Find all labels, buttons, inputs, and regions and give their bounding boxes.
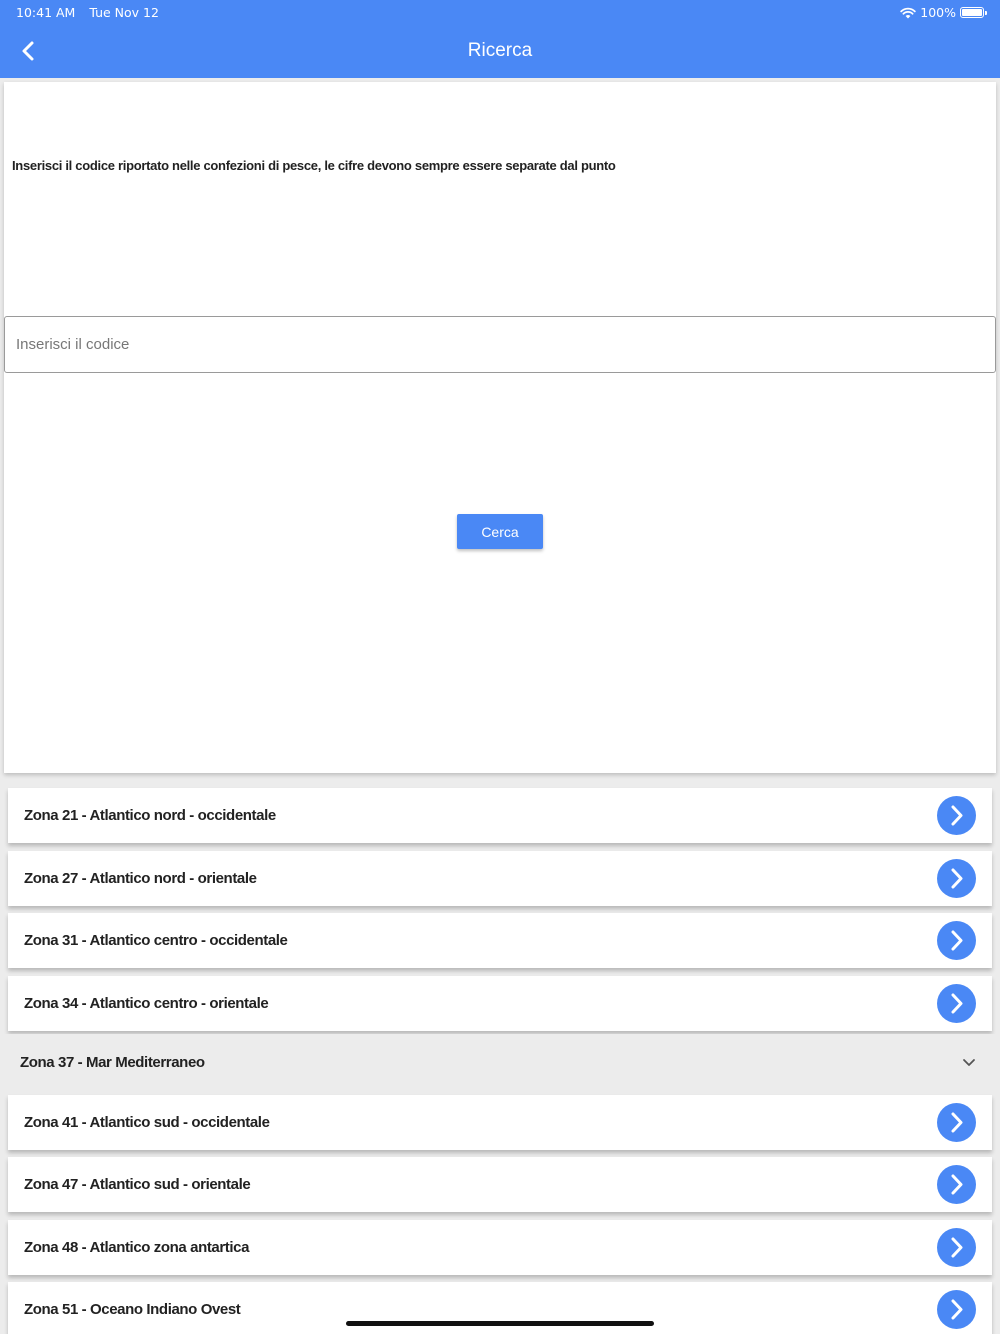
chevron-right-circle-icon <box>951 930 963 951</box>
zone-open-button[interactable] <box>937 984 976 1023</box>
zone-item-34[interactable]: Zona 34 - Atlantico centro - orientale <box>8 976 992 1031</box>
zone-label: Zona 21 - Atlantico nord - occidentale <box>24 807 276 824</box>
zone-item-48[interactable]: Zona 48 - Atlantico zona antartica <box>8 1220 992 1275</box>
home-indicator[interactable] <box>346 1321 654 1326</box>
search-card: Inserisci il codice riportato nelle conf… <box>4 82 996 773</box>
page-title: Ricerca <box>467 40 533 61</box>
zone-open-button[interactable] <box>937 921 976 960</box>
zone-item-41[interactable]: Zona 41 - Atlantico sud - occidentale <box>8 1095 992 1150</box>
zone-item-47[interactable]: Zona 47 - Atlantico sud - orientale <box>8 1157 992 1212</box>
zone-open-button[interactable] <box>937 1290 976 1329</box>
zone-label: Zona 47 - Atlantico sud - orientale <box>24 1176 251 1193</box>
code-input[interactable] <box>4 316 996 373</box>
chevron-right-circle-icon <box>951 805 963 826</box>
status-time: 10:41 AM <box>16 5 76 20</box>
zone-open-button[interactable] <box>937 796 976 835</box>
search-instructions: Inserisci il codice riportato nelle conf… <box>12 158 616 173</box>
app-header: 10:41 AM Tue Nov 12 100% Ricerca <box>0 0 1000 78</box>
zone-item-27[interactable]: Zona 27 - Atlantico nord - orientale <box>8 851 992 906</box>
status-date: Tue Nov 12 <box>89 5 159 20</box>
zone-item-31[interactable]: Zona 31 - Atlantico centro - occidentale <box>8 913 992 968</box>
zone-item-51[interactable]: Zona 51 - Oceano Indiano Ovest <box>8 1282 992 1334</box>
chevron-right-circle-icon <box>951 868 963 889</box>
zone-label: Zona 27 - Atlantico nord - orientale <box>24 870 257 887</box>
zone-label: Zona 51 - Oceano Indiano Ovest <box>24 1301 241 1318</box>
zone-label: Zona 34 - Atlantico centro - orientale <box>24 995 269 1012</box>
battery-icon <box>960 7 987 18</box>
zone-open-button[interactable] <box>937 859 976 898</box>
chevron-right-circle-icon <box>951 993 963 1014</box>
zone-label: Zona 41 - Atlantico sud - occidentale <box>24 1114 270 1131</box>
chevron-right-circle-icon <box>951 1299 963 1320</box>
zone-item-37-expandable[interactable]: Zona 37 - Mar Mediterraneo <box>0 1034 1000 1092</box>
search-button[interactable]: Cerca <box>457 514 543 549</box>
chevron-right-circle-icon <box>951 1112 963 1133</box>
zone-open-button[interactable] <box>937 1228 976 1267</box>
zone-item-21[interactable]: Zona 21 - Atlantico nord - occidentale <box>8 788 992 843</box>
battery-percent: 100% <box>920 5 956 20</box>
status-bar-right: 100% <box>900 5 987 20</box>
wifi-icon <box>900 7 916 18</box>
zone-label: Zona 48 - Atlantico zona antartica <box>24 1239 250 1256</box>
zone-label: Zona 31 - Atlantico centro - occidentale <box>24 932 288 949</box>
chevron-down-icon <box>963 1059 975 1066</box>
zone-label: Zona 37 - Mar Mediterraneo <box>20 1054 205 1071</box>
chevron-right-circle-icon <box>951 1174 963 1195</box>
status-bar-left: 10:41 AM Tue Nov 12 <box>16 5 159 20</box>
chevron-right-circle-icon <box>951 1237 963 1258</box>
zone-open-button[interactable] <box>937 1165 976 1204</box>
zone-open-button[interactable] <box>937 1103 976 1142</box>
